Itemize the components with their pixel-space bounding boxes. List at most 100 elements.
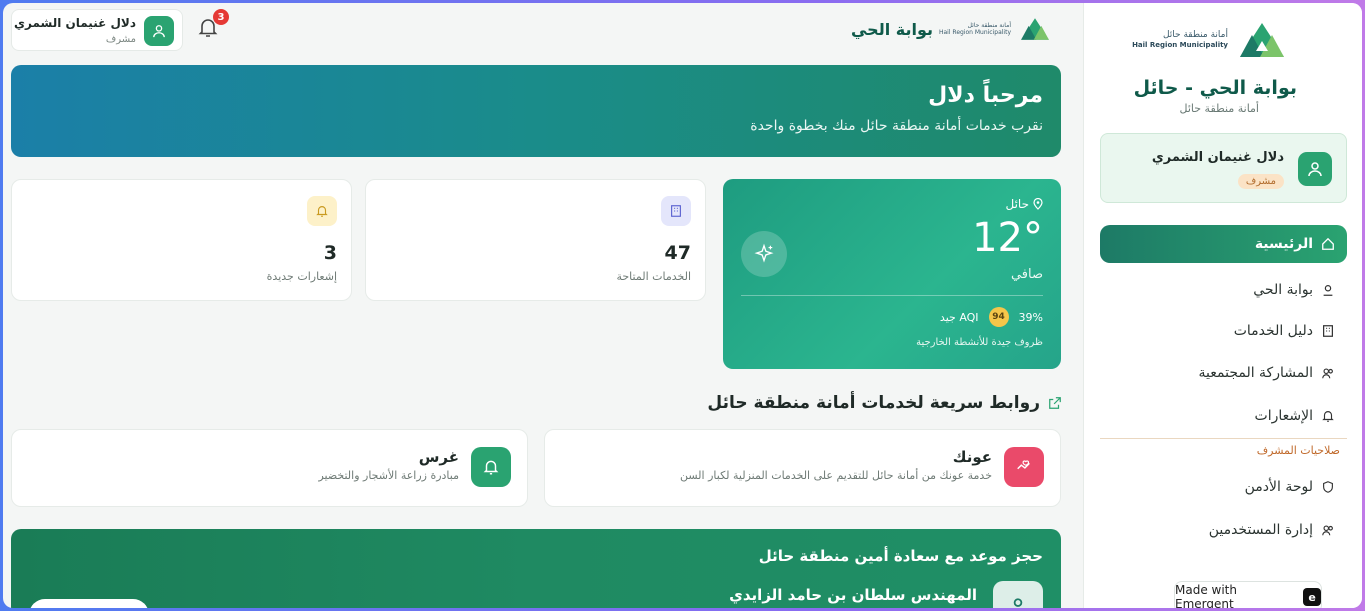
topbar-user-role: مشرف: [105, 34, 136, 45]
sidebar-subtitle: أمانة منطقة حائل: [1179, 102, 1260, 115]
aqi-label: AQI جيد: [939, 310, 979, 324]
location-pin-icon: [1033, 198, 1043, 210]
sidebar-item-label: الإشعارات: [1254, 408, 1313, 424]
sidebar-title: بوابة الحي - حائل: [1133, 77, 1297, 99]
topbar-user-menu[interactable]: دلال غنيمان الشمري مشرف: [11, 9, 183, 51]
booking-person: المهندس سلطان بن حامد الزايدي: [729, 586, 977, 604]
topbar-user-name: دلال غنيمان الشمري: [14, 16, 136, 30]
quick-links-title: روابط سريعة لخدمات أمانة منطقة حائل: [707, 393, 1062, 413]
avatar: [1298, 152, 1332, 186]
weather-note: ظروف جيدة للأنشطة الخارجية: [916, 337, 1043, 348]
weather-metrics: 39% 94 AQI جيد: [940, 307, 1043, 327]
notifications-button[interactable]: 3: [196, 9, 229, 43]
bell-icon: [316, 206, 328, 217]
brand-title: بوابة الحي: [850, 19, 933, 39]
link-desc: مبادرة زراعة الأشجار والتخضير: [318, 469, 459, 482]
stat-card-notifications[interactable]: 3 إشعارات جديدة: [11, 179, 352, 301]
home-icon: [1322, 237, 1334, 250]
sidebar: أمانة منطقة حائل Hail Region Municipalit…: [1083, 3, 1362, 608]
user-pin-icon: [1323, 285, 1333, 296]
link-title: عونك: [952, 448, 992, 466]
quick-link-awnak[interactable]: عونك خدمة عونك من أمانة حائل للتقديم على…: [544, 429, 1061, 507]
bell-icon: [1322, 411, 1334, 422]
logo-ar-text: أمانة منطقة حائل: [1162, 29, 1228, 40]
sidebar-item-label: لوحة الأدمن: [1244, 479, 1313, 495]
link-desc: خدمة عونك من أمانة حائل للتقديم على الخد…: [680, 469, 992, 482]
sidebar-item-notifications[interactable]: الإشعارات: [1100, 397, 1347, 435]
person-icon: [993, 581, 1043, 608]
made-with-badge[interactable]: Made with Emergent e: [1174, 581, 1322, 608]
brand-small-text: أمانة منطقة حائل Hail Region Municipalit…: [939, 22, 1011, 36]
sidebar-item-neighborhood-portal[interactable]: بوابة الحي: [1100, 271, 1347, 309]
welcome-title: مرحباً دلال: [928, 83, 1043, 108]
humidity-value: 39%: [1018, 310, 1043, 324]
sidebar-logo-text: أمانة منطقة حائل Hail Region Municipalit…: [1132, 30, 1228, 51]
sidebar-item-label: دليل الخدمات: [1233, 323, 1313, 339]
divider: [741, 295, 1043, 296]
sparkle-icon: [741, 231, 787, 277]
sidebar-user-card[interactable]: دلال غنيمان الشمري مشرف: [1100, 133, 1347, 203]
quick-links-title-text: روابط سريعة لخدمات أمانة منطقة حائل: [707, 393, 1040, 413]
sidebar-item-services-guide[interactable]: دليل الخدمات: [1100, 312, 1347, 350]
weather-condition: صافي: [1010, 267, 1043, 282]
notification-count-badge: 3: [213, 9, 229, 25]
booking-title: حجز موعد مع سعادة أمين منطقة حائل: [758, 547, 1043, 565]
sidebar-item-community[interactable]: المشاركة المجتمعية: [1100, 354, 1347, 392]
sidebar-item-label: إدارة المستخدمين: [1208, 522, 1313, 538]
stat-value: 3: [323, 242, 337, 264]
stat-card-services[interactable]: 47 الخدمات المتاحة: [365, 179, 706, 301]
booking-banner: حجز موعد مع سعادة أمين منطقة حائل المهند…: [11, 529, 1061, 608]
stat-label: الخدمات المتاحة: [616, 270, 691, 283]
shield-icon: [1323, 481, 1333, 493]
building-icon: [1323, 325, 1333, 337]
hand-heart-icon: [1017, 460, 1030, 470]
sparkle-svg: [754, 243, 774, 263]
external-link-icon: [1049, 397, 1061, 409]
book-appointment-button[interactable]: [29, 599, 149, 608]
users-icon: [1322, 525, 1333, 536]
sidebar-item-home[interactable]: الرئيسية: [1100, 225, 1347, 263]
admin-section-label: صلاحيات المشرف: [1256, 444, 1340, 457]
brand-small-ar: أمانة منطقة حائل: [967, 21, 1011, 29]
weather-temp: 12°: [972, 215, 1043, 261]
municipality-logo-icon: [1240, 23, 1284, 57]
weather-city: حائل: [1005, 197, 1043, 211]
user-icon: [1308, 162, 1322, 177]
divider: [1100, 438, 1347, 439]
avatar: [144, 16, 174, 46]
link-title: غرس: [418, 448, 459, 466]
building-icon: [671, 205, 681, 217]
user-icon: [1013, 598, 1023, 607]
municipality-logo-icon: [1021, 18, 1049, 40]
emergent-logo-icon: e: [1303, 588, 1321, 606]
sidebar-user-name: دلال غنيمان الشمري: [1151, 150, 1284, 165]
welcome-banner: مرحباً دلال نقرب خدمات أمانة منطقة حائل …: [11, 65, 1061, 157]
sidebar-item-user-management[interactable]: إدارة المستخدمين: [1100, 511, 1347, 549]
made-with-text: Made with Emergent: [1175, 583, 1237, 608]
sidebar-item-label: بوابة الحي: [1253, 282, 1313, 298]
topbar: دلال غنيمان الشمري مشرف 3 أمانة منطقة حا…: [3, 3, 1083, 61]
stat-label: إشعارات جديدة: [266, 270, 337, 283]
sidebar-item-label: الرئيسية: [1254, 236, 1313, 252]
welcome-subtitle: نقرب خدمات أمانة منطقة حائل منك بخطوة وا…: [750, 118, 1043, 134]
bell-icon: [483, 460, 499, 475]
link-icon: [1004, 447, 1044, 487]
user-icon: [153, 25, 165, 38]
aqi-badge: 94: [988, 307, 1009, 327]
brand-small-en: Hail Region Municipality: [938, 29, 1011, 36]
role-badge: مشرف: [1237, 174, 1284, 189]
stat-value: 47: [664, 242, 691, 264]
sidebar-item-label: المشاركة المجتمعية: [1198, 365, 1313, 381]
stat-icon: [661, 196, 691, 226]
sidebar-item-admin-panel[interactable]: لوحة الأدمن: [1100, 468, 1347, 506]
link-icon: [471, 447, 511, 487]
weather-card[interactable]: حائل 12° صافي 39% 94 AQI جيد ظروف جيدة ل…: [723, 179, 1061, 369]
quick-link-ghars[interactable]: غرس مبادرة زراعة الأشجار والتخضير: [11, 429, 528, 507]
app-window: أمانة منطقة حائل Hail Region Municipalit…: [3, 3, 1362, 608]
stat-icon: [307, 196, 337, 226]
topbar-brand[interactable]: أمانة منطقة حائل Hail Region Municipalit…: [851, 17, 1053, 41]
weather-city-label: حائل: [1005, 197, 1029, 211]
logo-en-text: Hail Region Municipality: [1132, 41, 1228, 50]
sidebar-logo[interactable]: أمانة منطقة حائل Hail Region Municipalit…: [1132, 21, 1290, 59]
people-icon: [1322, 368, 1333, 379]
